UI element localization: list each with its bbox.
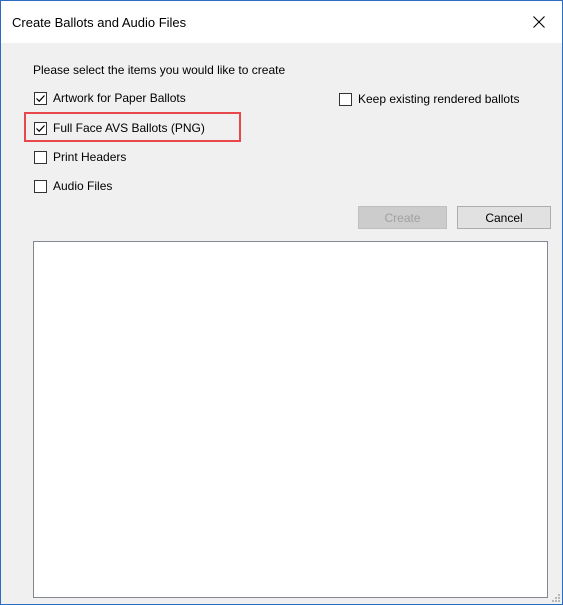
checkbox-full-face-avs-ballots[interactable]: Full Face AVS Ballots (PNG) <box>34 121 205 135</box>
create-button[interactable]: Create <box>358 206 447 229</box>
checkbox-label: Full Face AVS Ballots (PNG) <box>53 121 205 135</box>
window-title: Create Ballots and Audio Files <box>12 15 187 30</box>
checkbox-box[interactable] <box>34 91 47 105</box>
title-bar[interactable]: Create Ballots and Audio Files <box>1 1 562 43</box>
checkbox-label: Keep existing rendered ballots <box>358 92 520 106</box>
close-icon <box>533 16 545 28</box>
resize-grip-icon[interactable] <box>551 593 561 603</box>
checkbox-artwork-paper-ballots[interactable]: Artwork for Paper Ballots <box>34 91 186 105</box>
checkbox-print-headers[interactable]: Print Headers <box>34 150 126 164</box>
checkbox-box[interactable] <box>34 179 47 193</box>
checkbox-keep-existing-ballots[interactable]: Keep existing rendered ballots <box>339 92 519 106</box>
checkmark-icon <box>36 94 45 102</box>
output-textarea[interactable] <box>33 241 548 598</box>
checkbox-label: Print Headers <box>53 150 127 164</box>
checkbox-label: Artwork for Paper Ballots <box>53 91 186 105</box>
cancel-button[interactable]: Cancel <box>457 206 551 229</box>
instructions-label: Please select the items you would like t… <box>33 63 286 77</box>
dialog-window: Create Ballots and Audio Files Please se… <box>0 0 563 605</box>
checkbox-box[interactable] <box>34 150 47 164</box>
close-button[interactable] <box>516 1 562 43</box>
checkmark-icon <box>36 124 45 132</box>
checkbox-audio-files[interactable]: Audio Files <box>34 179 112 193</box>
checkbox-label: Audio Files <box>53 179 113 193</box>
checkbox-box[interactable] <box>34 121 47 135</box>
checkbox-box[interactable] <box>339 92 352 106</box>
